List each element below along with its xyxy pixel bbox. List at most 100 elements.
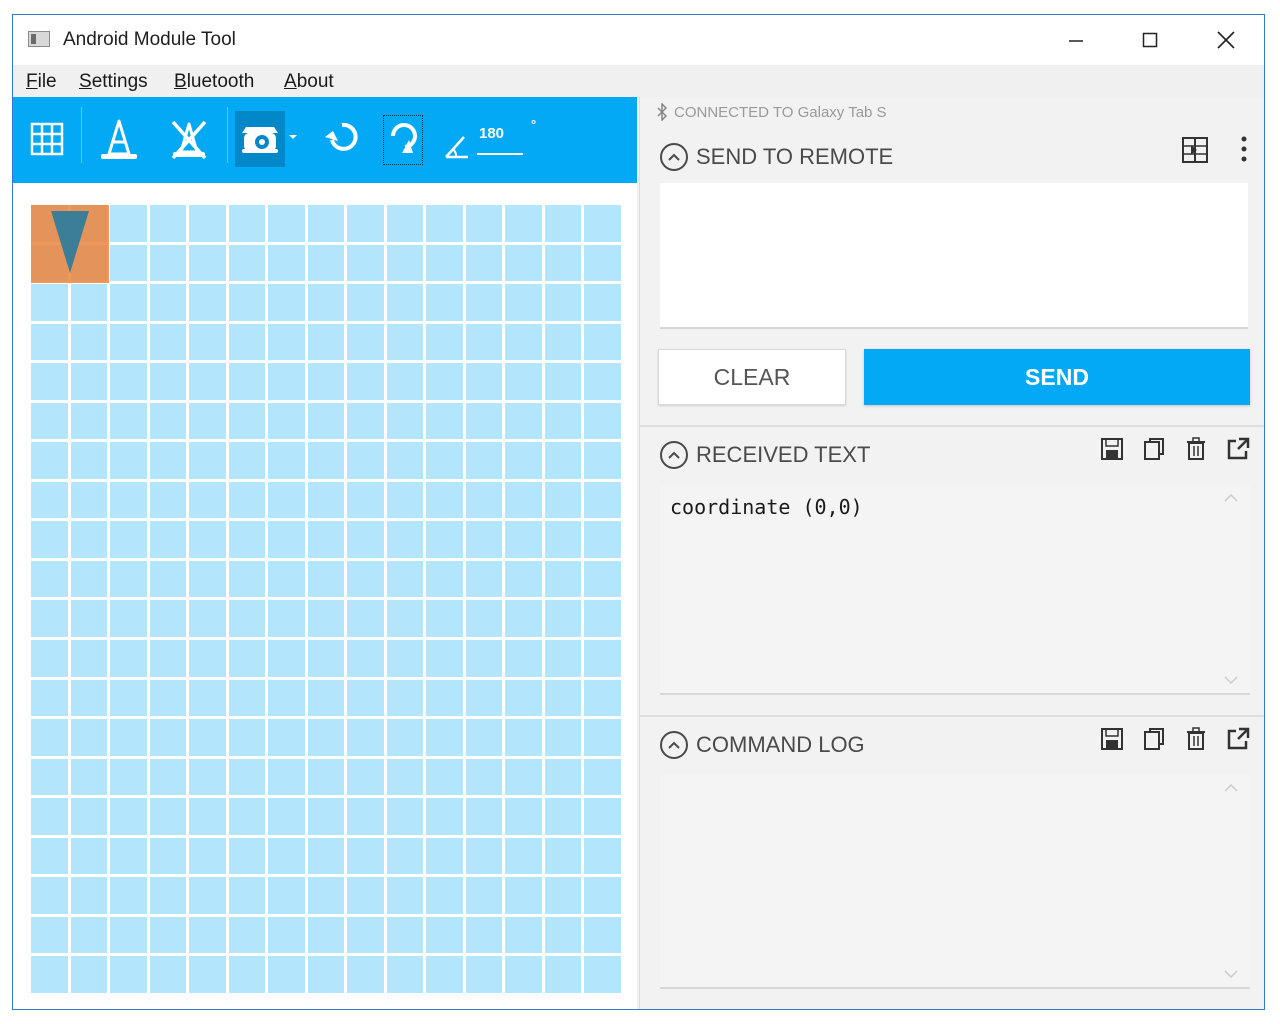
grid-cell[interactable]: [584, 402, 621, 440]
grid-cell[interactable]: [31, 481, 68, 519]
grid-cell[interactable]: [307, 442, 345, 479]
grid-cell[interactable]: [70, 679, 108, 717]
grid-cell[interactable]: [110, 323, 147, 361]
grid-cell[interactable]: [189, 363, 226, 400]
rotate-right-button[interactable]: [383, 115, 423, 165]
grid-cell[interactable]: [307, 560, 345, 598]
grid-cell[interactable]: [189, 244, 226, 282]
grid-cell[interactable]: [110, 481, 147, 519]
grid-cell[interactable]: [386, 521, 424, 558]
menu-settings[interactable]: Settings: [79, 71, 148, 93]
grid-cell[interactable]: [268, 679, 305, 717]
grid-cell[interactable]: [544, 877, 582, 914]
grid-cell[interactable]: [268, 719, 305, 756]
grid-cell[interactable]: [544, 323, 582, 361]
grid-cell[interactable]: [584, 719, 621, 756]
grid-cell[interactable]: [465, 600, 503, 638]
grid-cell[interactable]: [149, 284, 187, 321]
grid-cell[interactable]: [505, 284, 542, 321]
grid-cell[interactable]: [505, 442, 542, 479]
grid-cell[interactable]: [426, 758, 463, 796]
grid-cell[interactable]: [31, 600, 68, 638]
grid-cell[interactable]: [347, 442, 384, 479]
grid-cell[interactable]: [307, 481, 345, 519]
grid-cell[interactable]: [31, 284, 68, 321]
grid-cell[interactable]: [347, 877, 384, 914]
grid-cell[interactable]: [110, 205, 147, 242]
grid-cell[interactable]: [228, 877, 266, 914]
grid-cell[interactable]: [465, 719, 503, 756]
grid-cell[interactable]: [228, 600, 266, 638]
grid-cell[interactable]: [110, 758, 147, 796]
grid-cell[interactable]: [228, 916, 266, 954]
grid-cell[interactable]: [386, 916, 424, 954]
grid-cell[interactable]: [70, 798, 108, 835]
grid-cell[interactable]: [347, 600, 384, 638]
robot-dropdown-button[interactable]: [287, 131, 299, 143]
grid-cell[interactable]: [268, 244, 305, 282]
grid-cell[interactable]: [465, 363, 503, 400]
grid-cell[interactable]: [268, 877, 305, 914]
grid-cell[interactable]: [505, 719, 542, 756]
grid-cell[interactable]: [307, 640, 345, 677]
grid-cell[interactable]: [386, 442, 424, 479]
grid-cell[interactable]: [386, 640, 424, 677]
grid-cell[interactable]: [465, 758, 503, 796]
delete-log-button[interactable]: [1182, 725, 1210, 753]
grid-cell[interactable]: [110, 442, 147, 479]
menu-bluetooth[interactable]: Bluetooth: [174, 71, 254, 93]
grid-cell[interactable]: [347, 956, 384, 993]
grid-cell[interactable]: [149, 205, 187, 242]
grid-cell[interactable]: [426, 205, 463, 242]
grid-cell[interactable]: [70, 837, 108, 875]
grid-cell[interactable]: [584, 758, 621, 796]
grid-cell[interactable]: [307, 679, 345, 717]
grid-cell[interactable]: [465, 956, 503, 993]
grid-cell[interactable]: [386, 481, 424, 519]
grid-cell[interactable]: [149, 442, 187, 479]
grid-cell[interactable]: [110, 798, 147, 835]
grid-cell[interactable]: [307, 244, 345, 282]
grid-cell[interactable]: [584, 323, 621, 361]
grid-cell[interactable]: [31, 719, 68, 756]
grid-cell[interactable]: [544, 679, 582, 717]
grid-cell[interactable]: [268, 560, 305, 598]
grid-cell[interactable]: [307, 323, 345, 361]
grid-cell[interactable]: [386, 758, 424, 796]
grid-cell[interactable]: [31, 521, 68, 558]
grid-cell[interactable]: [347, 481, 384, 519]
grid-cell[interactable]: [386, 679, 424, 717]
grid-cell[interactable]: [70, 284, 108, 321]
grid-cell[interactable]: [426, 560, 463, 598]
grid-cell[interactable]: [70, 719, 108, 756]
grid-cell[interactable]: [149, 837, 187, 875]
grid-cell[interactable]: [505, 798, 542, 835]
rotate-left-button[interactable]: [321, 117, 363, 161]
send-input[interactable]: [660, 183, 1248, 329]
grid-cell[interactable]: [426, 956, 463, 993]
more-options-button[interactable]: [1236, 135, 1252, 163]
grid-cell[interactable]: [228, 640, 266, 677]
grid-cell[interactable]: [228, 442, 266, 479]
grid-cell[interactable]: [347, 284, 384, 321]
grid-cell[interactable]: [149, 798, 187, 835]
grid-cell[interactable]: [347, 640, 384, 677]
grid-cell[interactable]: [505, 481, 542, 519]
grid-cell[interactable]: [189, 600, 226, 638]
grid-cell[interactable]: [268, 402, 305, 440]
grid-cell[interactable]: [426, 363, 463, 400]
command-log-section-header[interactable]: COMMAND LOG: [660, 731, 865, 759]
grid-cell[interactable]: [584, 956, 621, 993]
collapse-icon[interactable]: [660, 731, 688, 759]
grid-cell[interactable]: [307, 758, 345, 796]
grid-cell[interactable]: [189, 758, 226, 796]
grid-cell[interactable]: [465, 244, 503, 282]
grid-cell[interactable]: [386, 323, 424, 361]
grid-cell[interactable]: [268, 837, 305, 875]
remove-obstacle-button[interactable]: [165, 117, 213, 163]
grid-cell[interactable]: [70, 521, 108, 558]
grid-cell[interactable]: [268, 205, 305, 242]
clear-button[interactable]: CLEAR: [658, 349, 846, 405]
grid-cell[interactable]: [228, 679, 266, 717]
grid-cell[interactable]: [149, 402, 187, 440]
